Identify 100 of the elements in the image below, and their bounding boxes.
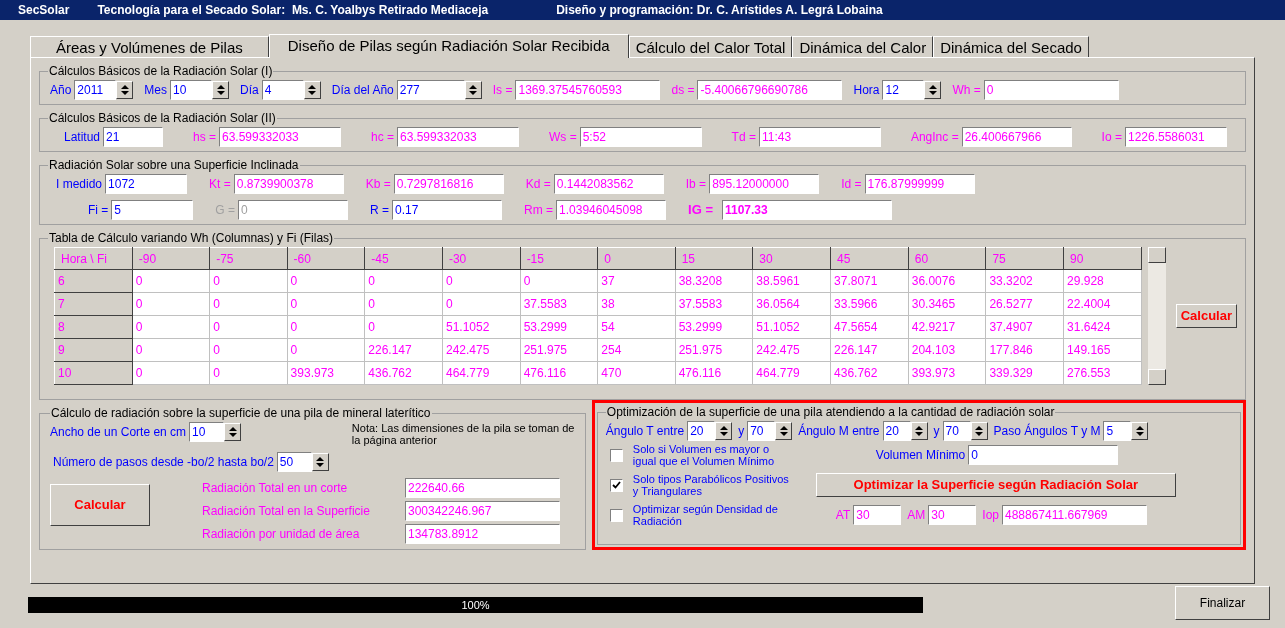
tab[interactable]: Dinámica del Secado [933,36,1089,57]
input-field[interactable]: 1107.33 [722,200,892,220]
input-field[interactable]: 70 [747,421,776,441]
input-field[interactable]: 277 [396,80,465,100]
spinner-button[interactable] [1131,422,1149,440]
input-field[interactable]: 63.599332033 [397,127,519,147]
tab[interactable]: Diseño de Pilas según Radiación Solar Recibida [268,34,629,58]
column-header: -75 [209,247,288,270]
input-field[interactable]: 70 [942,421,971,441]
input-field[interactable]: 0.7297816816 [393,174,504,194]
input-field[interactable]: 12 [882,80,925,100]
up-arrow-icon [308,85,317,89]
input-field[interactable]: 26.400667966 [961,127,1072,147]
input-field[interactable]: 1072 [105,174,188,194]
column-header: 15 [675,247,753,270]
field-label: hc = [371,129,394,146]
input-field[interactable]: 4 [261,80,304,100]
down-arrow-icon [915,432,923,436]
finish-button[interactable]: Finalizar [1175,586,1270,620]
column-header: 60 [908,247,986,270]
tab[interactable]: Cálculo del Calor Total [628,36,793,57]
input-field[interactable]: 2011 [74,80,117,100]
column-header: 90 [1063,247,1142,270]
down-arrow-icon [975,432,983,436]
input-field[interactable]: 5:52 [579,127,702,147]
input-field[interactable]: 176.87999999 [864,174,975,194]
spinner-button[interactable] [715,422,733,440]
tab[interactable]: Dinámica del Calor [792,36,934,57]
input-field[interactable]: 0 [968,445,1119,465]
down-arrow-icon [308,91,317,95]
column-header: 0 [597,247,676,270]
spinner-button[interactable] [212,81,230,99]
input-field[interactable]: 30 [928,505,977,525]
field-label: Ib = [685,176,707,193]
down-arrow-icon [1135,432,1144,436]
input-field[interactable]: 1369.37545760593 [515,80,661,100]
field-label: Latitud [64,129,101,146]
down-arrow-icon [216,91,225,95]
field-label: Número de pasos desde -bo/2 hasta bo/2 [53,454,274,471]
column-header: 30 [752,247,831,270]
field-label: Kd = [525,176,551,193]
input-field[interactable]: 895.12000000 [709,174,820,194]
calculate-button[interactable]: Calcular [50,484,150,526]
input-field[interactable]: 222640.66 [405,478,560,498]
group-title: Cálculo de radiación sobre la superficie de una pila de mineral laterítico [50,405,432,422]
checkbox[interactable] [609,448,623,462]
input-field[interactable]: 11:43 [758,127,881,147]
input-field[interactable]: 5 [1103,421,1132,441]
down-arrow-icon [929,91,937,95]
optimize-button[interactable]: Optimizar la Superficie según Radiación Solar [815,473,1176,497]
input-field[interactable]: 30 [853,505,902,525]
spinner-button[interactable] [775,422,793,440]
field-label: I medido [56,176,103,193]
input-field[interactable]: 1226.5586031 [1124,127,1227,147]
up-arrow-icon [216,85,225,89]
input-field[interactable]: 20 [882,421,911,441]
input-field[interactable]: 20 [687,421,716,441]
row-header: 9 [54,338,133,362]
field-label: Id = [841,176,862,193]
spinner-button[interactable] [116,81,134,99]
input-field[interactable]: 0 [983,80,1119,100]
calculate-button[interactable]: Calcular [1175,304,1237,328]
checkbox[interactable] [609,478,623,492]
input-field[interactable]: 63.599332033 [219,127,341,147]
checkbox-label: Optimizar según Densidad de Radiación [632,503,779,527]
spinner-button[interactable] [224,423,242,441]
field-label: Kb = [365,176,391,193]
app-title: SecSolar [18,2,70,19]
input-field[interactable]: 0.8739900378 [233,174,344,194]
tab[interactable]: Áreas y Volúmenes de Pilas [30,36,269,57]
spinner-button[interactable] [924,81,942,99]
scrollbar[interactable] [1147,247,1166,385]
checkbox[interactable] [609,508,623,522]
field-label: ds = [671,82,695,99]
input-field[interactable]: 0.17 [392,200,503,220]
input-field[interactable]: 50 [276,452,312,472]
input-field[interactable]: 488867411.667969 [1002,505,1147,525]
column-header: -15 [520,247,598,270]
input-field[interactable]: 10 [189,422,225,442]
field-label: Paso Ángulos T y M [993,422,1101,440]
down-arrow-icon [316,463,325,467]
up-arrow-icon [929,85,937,89]
input-field[interactable]: -5.40066796690786 [697,80,843,100]
input-field[interactable]: 0.1442083562 [553,174,664,194]
checkbox-label: Solo tipos Parabólicos Positivos y Triangulares [632,473,790,497]
column-header: -60 [287,247,365,270]
field-label: Td = [731,129,756,146]
down-arrow-icon [120,91,129,95]
down-arrow-icon [228,433,237,437]
input-field[interactable]: 300342246.967 [405,501,560,521]
input-field[interactable]: 21 [103,127,164,147]
input-field[interactable]: 10 [170,80,213,100]
group-title: Radiación Solar sobre una Superficie Inclinada [48,157,300,174]
field-label: Radiación por unidad de área [202,526,361,543]
field-label: Ángulo T entre [605,422,685,440]
field-label: IG = [688,201,713,220]
input-field[interactable]: 5 [111,200,194,220]
input-field[interactable]: 134783.8912 [405,524,560,544]
column-header: -30 [442,247,521,270]
input-field[interactable]: 1.03946045098 [556,200,667,220]
